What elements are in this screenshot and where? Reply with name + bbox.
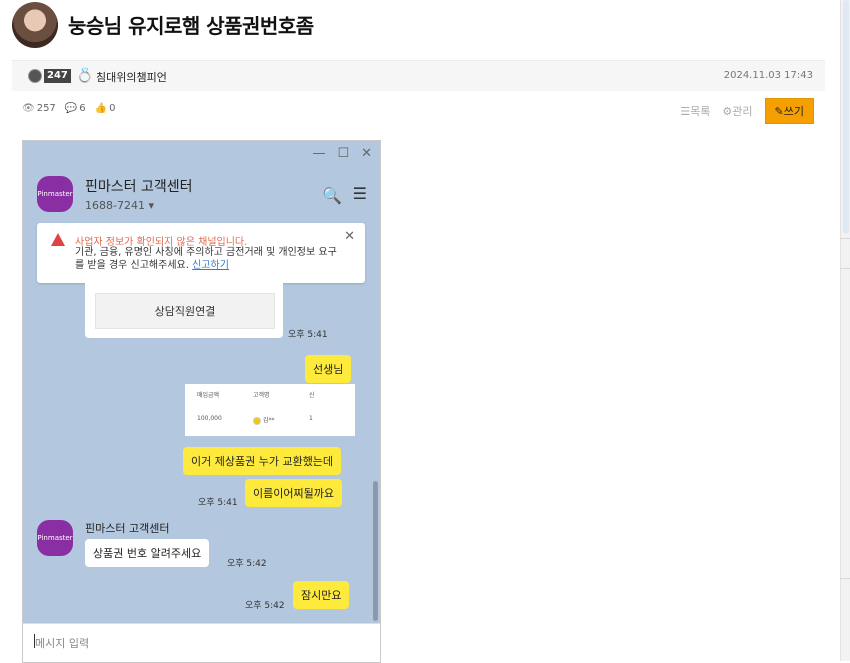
chat-scrollbar[interactable] [373,481,378,621]
post-title: 눙승님 유지로햄 상품권번호좀 [68,14,314,38]
message-time: 오후 5:41 [198,498,238,508]
author-avatar [12,2,58,48]
level-number: 247 [44,69,71,83]
channel-phone[interactable]: 1688-7241 ▾ [85,199,154,212]
message-time: 오후 5:42 [245,601,285,611]
warning-body: 기관, 금융, 유명인 사칭에 주의하고 금전거래 및 개인정보 요구를 받을 … [75,246,337,272]
connect-agent-button[interactable]: 상담직원연결 [95,293,275,329]
list-button[interactable]: ☰목록 [680,103,710,119]
sender-name: 핀마스터 고객센터 [85,522,170,535]
received-message: 상품권 번호 알려주세요 [85,539,210,567]
list-icon: ☰ [680,105,691,118]
post-stats: 👁 257 💬 6 👍 0 [22,103,115,114]
warning-banner: 사업자 정보가 확인되지 않은 채널입니다. 기관, 금융, 유명인 사칭에 주… [37,223,365,283]
likes-stat: 👍 0 [95,103,116,114]
post-date: 2024.11.03 17:43 [723,70,813,81]
close-icon[interactable]: ✕ [361,146,372,161]
menu-icon[interactable]: ☰ [353,184,367,203]
author-name[interactable]: 침대위의챔피언 [96,69,167,85]
image-header-cell: 신 [309,392,315,399]
message-card: 상담직원연결 [85,283,283,338]
message-input[interactable]: 메시지 입력 [23,623,380,662]
manage-button[interactable]: ⚙관리 [722,103,752,119]
write-button[interactable]: ✎쓰기 [764,98,814,124]
message-time: 오후 5:42 [227,559,267,569]
image-data-cell: 1 [309,415,313,422]
side-divider [840,238,850,239]
pencil-icon: ✎ [774,105,784,118]
views-count: 257 [36,103,56,114]
image-data-cell: 100,000 [197,415,222,422]
list-label: 목록 [690,105,711,118]
comments-count: 6 [79,103,86,114]
post-actions: ☰목록 ⚙관리 ✎쓰기 [680,98,814,124]
message-input-placeholder: 메시지 입력 [35,637,90,650]
write-label: 쓰기 [783,105,804,118]
side-divider [840,268,850,269]
views-stat: 👁 257 [22,103,56,114]
gear-icon: ⚙ [722,105,733,118]
image-header-cell: 매입금액 [197,392,220,399]
manage-label: 관리 [732,105,753,118]
chat-window-screenshot: — ☐ ✕ Pinmaster 핀마스터 고객센터 1688-7241 ▾ 🔍 … [22,140,381,663]
warning-icon [51,233,65,246]
channel-name: 핀마스터 고객센터 [85,179,193,195]
maximize-icon[interactable]: ☐ [337,146,349,161]
warning-close-icon[interactable]: ✕ [344,229,355,244]
likes-count: 0 [109,103,116,114]
ring-icon: 💍 [76,68,94,84]
eye-icon: 👁 [22,103,35,114]
search-icon[interactable]: 🔍 [322,186,342,205]
attached-image[interactable]: 매입금액 고객명 신 100,000 김** 1 [185,384,355,436]
minimize-icon[interactable]: — [312,146,325,161]
side-divider [840,578,850,579]
level-badge: 247 [28,68,71,84]
radio-dot-icon [253,416,261,425]
image-data-row: 100,000 김** 1 [185,415,355,425]
sent-message: 이름이어찌될까요 [245,479,342,507]
message-time: 오후 5:41 [288,330,328,340]
sent-message: 잠시만요 [293,581,350,609]
report-link[interactable]: 신고하기 [192,260,229,271]
comments-stat: 💬 6 [65,103,86,114]
channel-logo: Pinmaster [37,176,73,212]
level-icon [28,69,42,83]
post-meta-bar: 247 💍 침대위의챔피언 2024.11.03 17:43 [12,60,825,91]
image-data-cell: 김** [241,415,297,425]
thumbs-up-icon: 👍 [94,103,108,114]
image-data-text: 김** [262,417,275,424]
image-header-row: 매입금액 고객명 신 [185,390,355,399]
image-header-cell: 고객명 [253,392,270,399]
sent-message: 선생님 [305,355,352,383]
sender-avatar: Pinmaster [37,520,73,556]
window-controls: — ☐ ✕ [312,146,372,161]
sent-message: 이거 제상품권 누가 교환했는데 [183,447,342,475]
page-scrollbar-thumb[interactable] [843,0,849,234]
comment-icon: 💬 [64,103,78,114]
